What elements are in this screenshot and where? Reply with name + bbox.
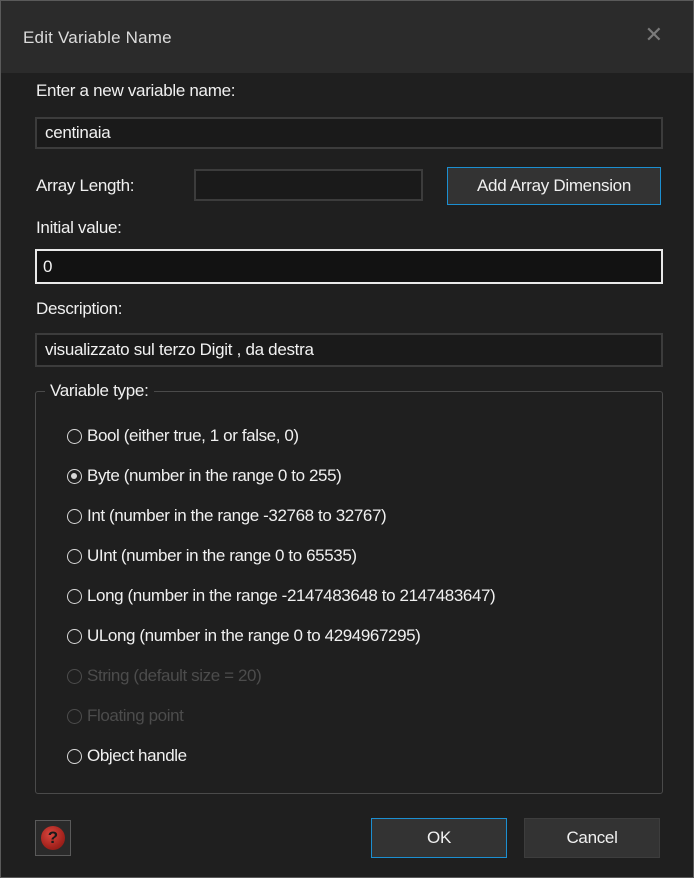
radio-object-handle[interactable]: Object handle	[67, 744, 187, 768]
cancel-button[interactable]: Cancel	[524, 818, 660, 858]
radio-long[interactable]: Long (number in the range -2147483648 to…	[67, 584, 496, 608]
radio-label: Int (number in the range -32768 to 32767…	[87, 506, 387, 525]
radio-label: Floating point	[87, 706, 184, 725]
radio-button[interactable]	[67, 508, 82, 524]
radio-button[interactable]	[67, 588, 82, 604]
radio-byte[interactable]: Byte (number in the range 0 to 255)	[67, 464, 342, 488]
window-title: Edit Variable Name	[23, 28, 172, 47]
help-icon: ?	[41, 826, 65, 850]
radio-label: Object handle	[87, 746, 187, 765]
radio-button	[67, 708, 82, 724]
radio-ulong[interactable]: ULong (number in the range 0 to 42949672…	[67, 624, 421, 648]
radio-label: String (default size = 20)	[87, 666, 262, 685]
help-button[interactable]: ?	[35, 820, 71, 856]
radio-button[interactable]	[67, 428, 82, 444]
close-icon[interactable]: ✕	[645, 25, 663, 47]
radio-label: Bool (either true, 1 or false, 0)	[87, 426, 299, 445]
variable-type-area: Variable type: Bool (either true, 1 or f…	[1, 73, 693, 877]
radio-button[interactable]	[67, 468, 82, 484]
radio-button[interactable]	[67, 748, 82, 764]
dialog-window: Edit Variable Name ✕ Enter a new variabl…	[0, 0, 694, 878]
radio-uint[interactable]: UInt (number in the range 0 to 65535)	[67, 544, 357, 568]
radio-bool[interactable]: Bool (either true, 1 or false, 0)	[67, 424, 299, 448]
radio-label: Byte (number in the range 0 to 255)	[87, 466, 342, 485]
variable-type-legend: Variable type:	[45, 381, 154, 401]
radio-floating-point: Floating point	[67, 704, 184, 728]
ok-button[interactable]: OK	[371, 818, 507, 858]
radio-button	[67, 668, 82, 684]
radio-label: ULong (number in the range 0 to 42949672…	[87, 626, 421, 645]
radio-label: Long (number in the range -2147483648 to…	[87, 586, 496, 605]
radio-button[interactable]	[67, 628, 82, 644]
radio-int[interactable]: Int (number in the range -32768 to 32767…	[67, 504, 387, 528]
radio-string: String (default size = 20)	[67, 664, 262, 688]
title-bar[interactable]: Edit Variable Name ✕	[1, 1, 693, 73]
radio-button[interactable]	[67, 548, 82, 564]
radio-label: UInt (number in the range 0 to 65535)	[87, 546, 357, 565]
